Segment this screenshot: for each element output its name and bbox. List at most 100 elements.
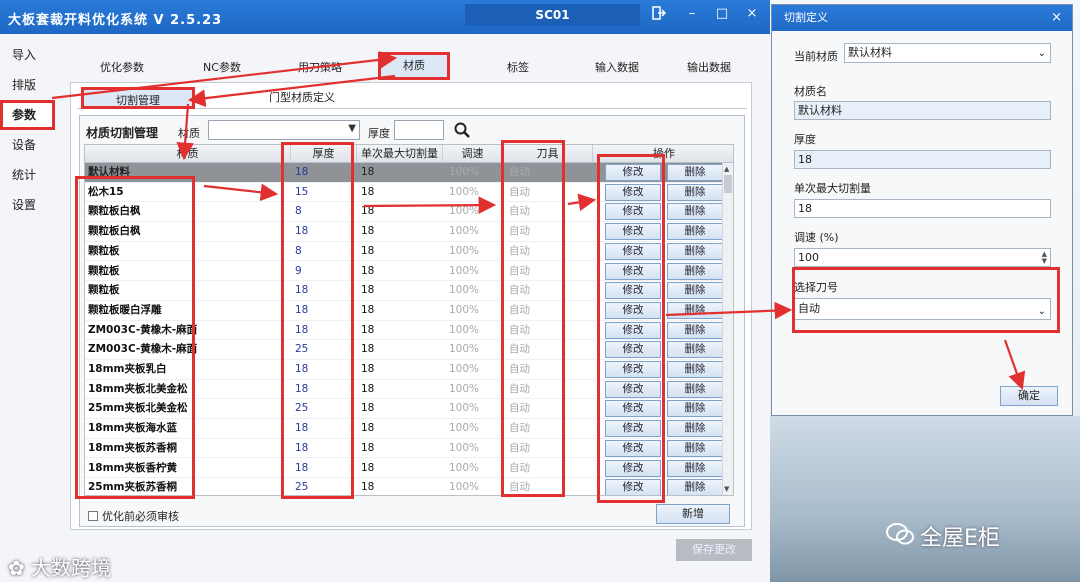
delete-button[interactable]: 删除 bbox=[667, 400, 723, 418]
thickness-label: 厚度 bbox=[794, 133, 816, 146]
delete-button[interactable]: 删除 bbox=[667, 341, 723, 359]
add-button[interactable]: 新增 bbox=[656, 504, 730, 524]
delete-button[interactable]: 删除 bbox=[667, 459, 723, 477]
cell-speed: 100% bbox=[449, 343, 480, 356]
tab-optimize-params[interactable]: 优化参数 bbox=[70, 56, 174, 80]
chevron-down-icon: ⌄ bbox=[1037, 48, 1046, 59]
search-icon[interactable] bbox=[454, 122, 470, 138]
stepper-icon[interactable]: ▲ ▼ bbox=[1042, 251, 1047, 265]
delete-button[interactable]: 删除 bbox=[667, 203, 723, 221]
current-material-select[interactable]: 默认材料 ⌄ bbox=[844, 43, 1051, 63]
audit-checkbox[interactable]: 优化前必须审核 bbox=[88, 508, 179, 524]
cell-max-cut: 18 bbox=[361, 166, 375, 178]
max-cut-label: 单次最大切割量 bbox=[794, 182, 871, 195]
exit-icon[interactable] bbox=[650, 6, 668, 22]
ok-button[interactable]: 确定 bbox=[1000, 386, 1058, 406]
dialog-title: 切割定义 bbox=[784, 11, 828, 24]
cell-max-cut: 18 bbox=[361, 343, 375, 356]
delete-button[interactable]: 删除 bbox=[667, 439, 723, 457]
delete-button[interactable]: 删除 bbox=[667, 479, 723, 495]
minimize-icon[interactable]: – bbox=[683, 6, 701, 22]
dialog-title-bar: 切割定义 × bbox=[772, 5, 1072, 31]
thickness-filter-value bbox=[395, 123, 398, 136]
cell-speed: 100% bbox=[449, 323, 480, 336]
checkbox-box[interactable] bbox=[88, 511, 98, 521]
cell-max-cut: 18 bbox=[361, 225, 375, 238]
tab-output-data[interactable]: 输出数据 bbox=[664, 56, 754, 80]
scroll-thumb[interactable] bbox=[724, 175, 732, 193]
tab-material[interactable]: 材质 bbox=[378, 52, 450, 80]
tab-nc-params[interactable]: NC参数 bbox=[174, 56, 270, 80]
subtab-door-material[interactable]: 门型材质定义 bbox=[227, 87, 377, 109]
cell-max-cut: 18 bbox=[361, 402, 375, 415]
nav-item-stats[interactable]: 统计 bbox=[0, 160, 55, 190]
speed-value: 100 bbox=[798, 251, 819, 264]
machine-name: SC01 bbox=[465, 4, 640, 26]
maximize-icon[interactable]: □ bbox=[713, 6, 731, 22]
delete-button[interactable]: 删除 bbox=[667, 282, 723, 300]
nav-item-settings[interactable]: 设置 bbox=[0, 190, 55, 220]
close-icon[interactable]: × bbox=[743, 6, 761, 22]
delete-button[interactable]: 删除 bbox=[667, 361, 723, 378]
delete-button[interactable]: 删除 bbox=[667, 262, 723, 280]
cell-max-cut: 18 bbox=[361, 244, 375, 257]
delete-button[interactable]: 删除 bbox=[667, 183, 723, 201]
cell-speed: 100% bbox=[449, 264, 480, 277]
cell-speed: 100% bbox=[449, 303, 480, 316]
cell-speed: 100% bbox=[449, 205, 480, 218]
audit-label: 优化前必须审核 bbox=[102, 510, 179, 523]
tab-label[interactable]: 标签 bbox=[470, 56, 566, 80]
highlight-thickness-column bbox=[281, 142, 354, 499]
highlight-tool-select bbox=[792, 267, 1060, 333]
app-title: 大板套裁开料优化系统 V 2.5.23 bbox=[8, 13, 223, 28]
thickness-filter-input[interactable] bbox=[394, 120, 444, 140]
delete-button[interactable]: 删除 bbox=[667, 164, 723, 181]
save-changes-button[interactable]: 保存更改 bbox=[676, 539, 752, 561]
cell-max-cut: 18 bbox=[361, 382, 375, 395]
cell-max-cut: 18 bbox=[361, 185, 375, 198]
current-material-label: 当前材质 bbox=[794, 50, 838, 63]
cell-speed: 100% bbox=[449, 422, 480, 435]
filter-bar: 材质切割管理 材质 ▼ 厚度 bbox=[84, 120, 724, 142]
tab-tool-strategy[interactable]: 用刀策略 bbox=[270, 56, 370, 80]
panel-title: 材质切割管理 bbox=[86, 126, 159, 140]
col-header-material: 材质 bbox=[85, 145, 291, 163]
max-cut-field[interactable]: 18 bbox=[794, 199, 1051, 218]
thickness-filter-label: 厚度 bbox=[368, 127, 390, 140]
watermark-left: ✿ 大数跨境 bbox=[8, 552, 111, 581]
material-filter-select[interactable]: ▼ bbox=[208, 120, 360, 140]
delete-button[interactable]: 删除 bbox=[667, 301, 723, 319]
delete-button[interactable]: 删除 bbox=[667, 420, 723, 438]
dialog-close-icon[interactable]: × bbox=[1051, 5, 1062, 31]
app-window: 大板套裁开料优化系统 V 2.5.23 SC01 – □ × 导入 排版 参数 … bbox=[0, 0, 770, 582]
material-name-field: 默认材料 bbox=[794, 101, 1051, 120]
cell-speed: 100% bbox=[449, 166, 480, 178]
delete-button[interactable]: 删除 bbox=[667, 321, 723, 339]
title-bar: 大板套裁开料优化系统 V 2.5.23 SC01 – □ × bbox=[0, 0, 770, 34]
cell-max-cut: 18 bbox=[361, 422, 375, 435]
cell-speed: 100% bbox=[449, 284, 480, 297]
subtab-cut-management[interactable]: 切割管理 bbox=[81, 87, 195, 109]
col-header-max-cut: 单次最大切割量 bbox=[357, 145, 443, 163]
nav-item-import[interactable]: 导入 bbox=[0, 40, 55, 70]
scroll-up-icon[interactable]: ▲ bbox=[724, 165, 729, 173]
material-filter-label: 材质 bbox=[178, 127, 200, 140]
speed-field[interactable]: 100 ▲ ▼ bbox=[794, 248, 1051, 267]
col-header-speed: 调速 bbox=[443, 145, 503, 163]
delete-button[interactable]: 删除 bbox=[667, 380, 723, 398]
scroll-down-icon[interactable]: ▼ bbox=[724, 485, 729, 493]
nav-item-params[interactable]: 参数 bbox=[0, 100, 55, 130]
nav-item-device[interactable]: 设备 bbox=[0, 130, 55, 160]
nav-item-layout[interactable]: 排版 bbox=[0, 70, 55, 100]
table-scrollbar[interactable]: ▲ ▼ bbox=[722, 163, 733, 495]
cell-speed: 100% bbox=[449, 481, 480, 494]
tab-input-data[interactable]: 输入数据 bbox=[570, 56, 664, 80]
cell-speed: 100% bbox=[449, 461, 480, 474]
highlight-edit-column bbox=[597, 154, 665, 503]
delete-button[interactable]: 删除 bbox=[667, 242, 723, 260]
delete-button[interactable]: 删除 bbox=[667, 223, 723, 241]
current-material-value: 默认材料 bbox=[848, 46, 892, 59]
cell-max-cut: 18 bbox=[361, 264, 375, 277]
cell-max-cut: 18 bbox=[361, 284, 375, 297]
cell-max-cut: 18 bbox=[361, 441, 375, 454]
